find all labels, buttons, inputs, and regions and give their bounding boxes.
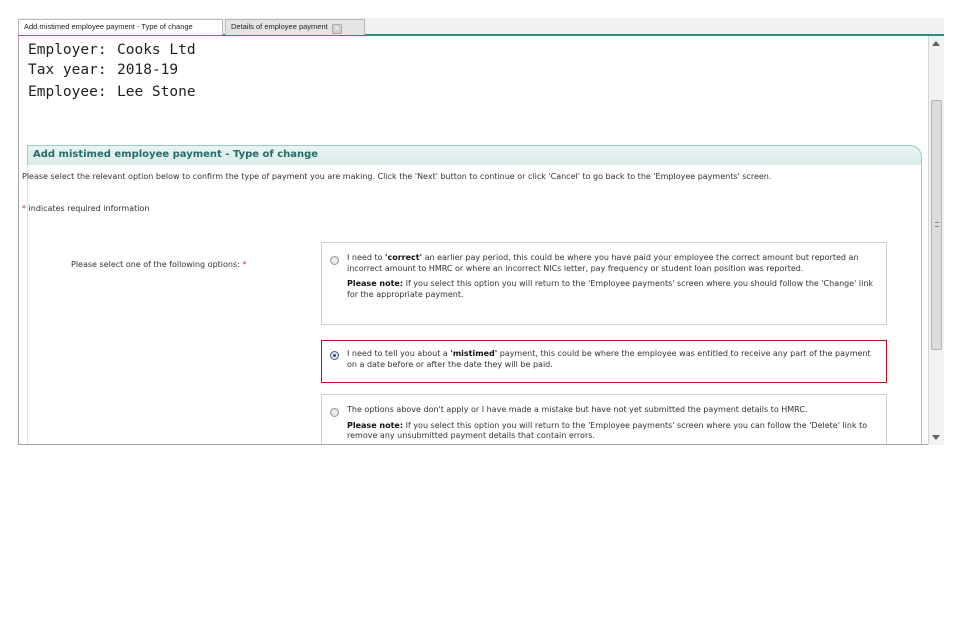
section-title: Add mistimed employee payment - Type of … bbox=[33, 149, 319, 160]
option-correct-text: I need to 'correct' an earlier pay perio… bbox=[347, 253, 877, 300]
employer-value: Cooks Ltd bbox=[117, 42, 196, 58]
option-note: Please note: If you select this option y… bbox=[347, 421, 877, 442]
close-icon[interactable]: × bbox=[331, 24, 342, 34]
arrow-down-icon[interactable] bbox=[932, 435, 940, 440]
option-mistimed[interactable]: I need to tell you about a 'mistimed' pa… bbox=[321, 340, 887, 383]
application-window: Add mistimed employee payment - Type of … bbox=[18, 18, 944, 445]
option-text-pre: The options above don't apply or I have … bbox=[347, 405, 808, 414]
employee-value: Lee Stone bbox=[117, 84, 196, 100]
employee-label: Employee: bbox=[28, 84, 107, 100]
vertical-scrollbar[interactable] bbox=[928, 36, 944, 445]
tab-details-of-employee-payment[interactable]: Details of employee payment × bbox=[225, 19, 365, 35]
tax-year-value: 2018-19 bbox=[117, 62, 179, 78]
required-text: indicates required information bbox=[28, 204, 150, 213]
option-text-pre: I need to bbox=[347, 253, 386, 262]
employer-label: Employer: bbox=[28, 42, 107, 58]
required-note: * indicates required information bbox=[22, 204, 149, 214]
section-header: Add mistimed employee payment - Type of … bbox=[27, 145, 922, 165]
option-mistimed-text: I need to tell you about a 'mistimed' pa… bbox=[347, 349, 877, 370]
content-area: Employer: Cooks Ltd Tax year: 2018-19 Empl… bbox=[18, 36, 928, 445]
required-marker: * bbox=[22, 204, 26, 213]
scrollbar-thumb[interactable] bbox=[931, 100, 942, 350]
option-text-bold: 'correct' bbox=[385, 253, 423, 262]
tab-add-mistimed-payment[interactable]: Add mistimed employee payment - Type of … bbox=[18, 19, 223, 35]
employee-row: Employee: Lee Stone bbox=[28, 84, 196, 100]
options-label-text: Please select one of the following optio… bbox=[71, 260, 240, 269]
option-correct[interactable]: I need to 'correct' an earlier pay perio… bbox=[321, 242, 887, 325]
grip-icon bbox=[935, 222, 939, 227]
radio-none-apply[interactable] bbox=[330, 408, 339, 417]
note-label: Please note: bbox=[347, 279, 404, 288]
options-label: Please select one of the following optio… bbox=[71, 260, 246, 269]
option-none-apply[interactable]: The options above don't apply or I have … bbox=[321, 394, 887, 444]
required-marker: * bbox=[242, 260, 247, 269]
tab-label: Add mistimed employee payment - Type of … bbox=[24, 22, 193, 31]
note-text: If you select this option you will retur… bbox=[347, 279, 874, 299]
tab-label: Details of employee payment bbox=[231, 22, 328, 31]
option-none-apply-text: The options above don't apply or I have … bbox=[347, 405, 877, 442]
option-note: Please note: If you select this option y… bbox=[347, 279, 877, 300]
tax-year-row: Tax year: 2018-19 bbox=[28, 62, 178, 78]
intro-text: Please select the relevant option below … bbox=[22, 172, 772, 181]
tab-strip: Add mistimed employee payment - Type of … bbox=[18, 18, 944, 36]
option-text-post: an earlier pay period, this could be whe… bbox=[347, 253, 859, 273]
option-text-pre: I need to tell you about a bbox=[347, 349, 451, 358]
radio-mistimed[interactable] bbox=[330, 351, 339, 360]
option-text-bold: 'mistimed' bbox=[450, 349, 498, 358]
tax-year-label: Tax year: bbox=[28, 62, 107, 78]
arrow-up-icon[interactable] bbox=[932, 41, 940, 46]
note-text: If you select this option you will retur… bbox=[347, 420, 868, 441]
note-label: Please note: bbox=[347, 420, 404, 430]
radio-correct[interactable] bbox=[330, 256, 339, 265]
employer-row: Employer: Cooks Ltd bbox=[28, 42, 196, 58]
